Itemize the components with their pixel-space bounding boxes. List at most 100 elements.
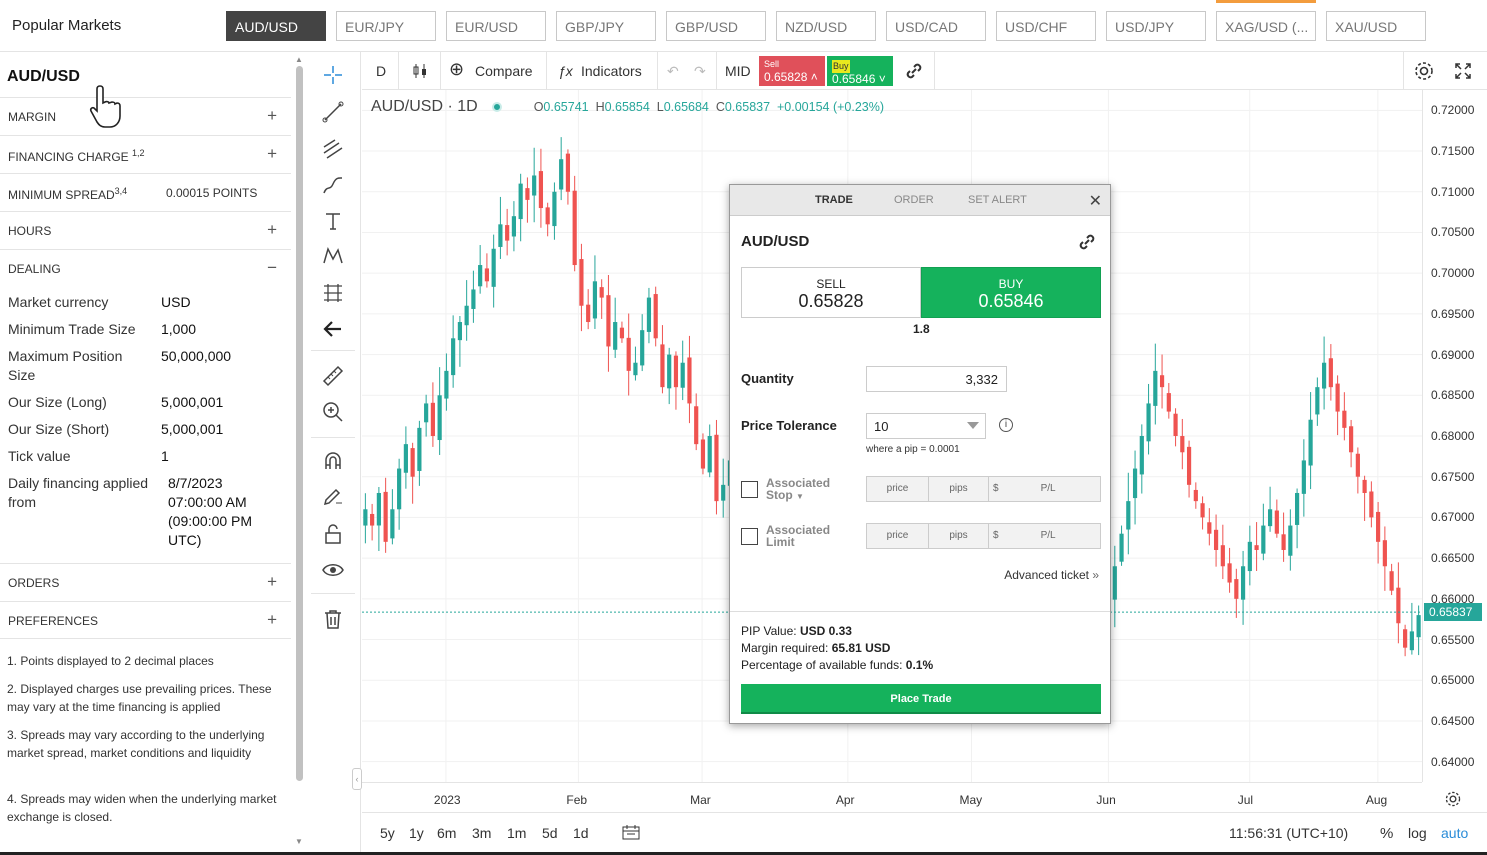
- range-5d[interactable]: 5d: [542, 825, 558, 841]
- market-tab[interactable]: AUD/USD: [226, 11, 326, 41]
- range-1d[interactable]: 1d: [573, 825, 589, 841]
- associated-stop-checkbox[interactable]: [741, 481, 758, 498]
- collapse-sidebar-icon[interactable]: ‹: [352, 768, 362, 790]
- time-axis[interactable]: 2023 Feb Mar Apr May Jun Jul Aug: [362, 782, 1422, 812]
- section-financing[interactable]: FINANCING CHARGE 1,2 +: [0, 135, 291, 173]
- candle-type-icon[interactable]: [411, 62, 429, 80]
- expand-icon[interactable]: +: [267, 572, 277, 592]
- stop-pl-field[interactable]: $ P/L: [989, 477, 1100, 501]
- compare-button[interactable]: Compare: [475, 63, 533, 79]
- market-tab[interactable]: USD/CAD: [886, 11, 986, 41]
- settings-gear-icon[interactable]: [1413, 60, 1435, 82]
- sell-quick-button[interactable]: Sell 0.65828 ˄: [759, 56, 825, 86]
- min-spread-value: 0.00015 POINTS: [166, 186, 258, 200]
- candle-body: [1382, 540, 1387, 567]
- associated-limit-checkbox[interactable]: [741, 528, 758, 545]
- info-icon[interactable]: i: [999, 418, 1013, 432]
- indicators-button[interactable]: Indicators: [581, 63, 642, 79]
- sell-button[interactable]: SELL 0.65828: [741, 267, 921, 318]
- ruler-icon[interactable]: [321, 364, 345, 388]
- log-toggle[interactable]: log: [1408, 825, 1427, 841]
- expand-icon[interactable]: +: [267, 106, 277, 126]
- toolbar-divider: [440, 52, 441, 90]
- auto-toggle[interactable]: auto: [1441, 825, 1468, 841]
- brush-icon[interactable]: [321, 173, 345, 197]
- date-range-icon[interactable]: [622, 824, 640, 840]
- close-icon[interactable]: ✕: [1089, 191, 1102, 211]
- buy-price: 0.65846: [832, 72, 876, 86]
- unlock-icon[interactable]: [321, 522, 345, 546]
- edit-pencil-icon[interactable]: [321, 484, 345, 508]
- scroll-up-icon[interactable]: ▲: [295, 55, 303, 64]
- clock-time[interactable]: 11:56:31 (UTC+10): [1229, 825, 1348, 841]
- expand-icon[interactable]: +: [267, 144, 277, 164]
- fullscreen-icon[interactable]: [1454, 62, 1472, 80]
- candle-body: [1261, 525, 1266, 554]
- tab-set-alert[interactable]: SET ALERT: [968, 194, 1027, 206]
- limit-pl-field[interactable]: $ P/L: [989, 524, 1100, 548]
- tab-order[interactable]: ORDER: [894, 194, 934, 206]
- scroll-thumb[interactable]: [296, 66, 303, 781]
- range-3m[interactable]: 3m: [472, 825, 491, 841]
- range-1m[interactable]: 1m: [507, 825, 526, 841]
- price-axis[interactable]: 0.72000 0.71500 0.71000 0.70500 0.70000 0.695…: [1422, 90, 1487, 782]
- price-tolerance-select[interactable]: 10: [866, 413, 986, 439]
- section-preferences[interactable]: PREFERENCES +: [0, 601, 291, 639]
- range-5y[interactable]: 5y: [380, 825, 395, 841]
- fib-tool-icon[interactable]: [321, 137, 345, 161]
- market-tab[interactable]: XAU/USD: [1326, 11, 1426, 41]
- trend-line-icon[interactable]: [321, 100, 345, 124]
- buy-button[interactable]: BUY 0.65846: [921, 267, 1101, 318]
- function-icon[interactable]: ƒx: [558, 63, 573, 79]
- advanced-ticket-link[interactable]: Advanced ticket »: [1004, 568, 1099, 582]
- interval-button[interactable]: D: [376, 63, 386, 79]
- back-arrow-icon[interactable]: [321, 317, 345, 341]
- candle-body: [1153, 370, 1158, 406]
- section-orders[interactable]: ORDERS +: [0, 563, 291, 601]
- range-6m[interactable]: 6m: [437, 825, 456, 841]
- scroll-down-icon[interactable]: ▼: [295, 837, 303, 846]
- market-tab[interactable]: USD/CHF: [996, 11, 1096, 41]
- limit-price-field[interactable]: price: [867, 524, 929, 548]
- section-dealing[interactable]: DEALING −: [0, 249, 291, 287]
- zoom-in-icon[interactable]: [321, 400, 345, 424]
- undo-icon[interactable]: ↶: [667, 63, 679, 80]
- section-margin[interactable]: MARGIN +: [0, 97, 291, 135]
- market-tab[interactable]: GBP/JPY: [556, 11, 656, 41]
- market-tab[interactable]: GBP/USD: [666, 11, 766, 41]
- section-hours[interactable]: HOURS +: [0, 211, 291, 249]
- expand-icon[interactable]: +: [267, 220, 277, 240]
- market-tab[interactable]: XAG/USD (...: [1216, 11, 1316, 41]
- axis-settings-gear-icon[interactable]: [1444, 790, 1462, 808]
- mid-label[interactable]: MID: [725, 63, 751, 79]
- buy-quick-button[interactable]: Buy 0.65846 ˅: [827, 56, 893, 86]
- collapse-icon[interactable]: −: [267, 258, 277, 278]
- stop-price-field[interactable]: price: [867, 477, 929, 501]
- range-1y[interactable]: 1y: [409, 825, 424, 841]
- eye-icon[interactable]: [321, 558, 345, 582]
- trash-icon[interactable]: [321, 607, 345, 631]
- limit-pips-field[interactable]: pips: [929, 524, 989, 548]
- compare-plus-icon[interactable]: ⊕: [449, 59, 464, 80]
- prediction-tool-icon[interactable]: [321, 281, 345, 305]
- text-tool-icon[interactable]: [321, 209, 345, 233]
- link-icon[interactable]: [903, 60, 925, 82]
- stop-pips-field[interactable]: pips: [929, 477, 989, 501]
- link-icon[interactable]: [1076, 231, 1098, 253]
- crosshair-icon[interactable]: [321, 63, 345, 87]
- magnet-icon[interactable]: [321, 449, 345, 473]
- market-tab[interactable]: EUR/USD: [446, 11, 546, 41]
- market-tab[interactable]: NZD/USD: [776, 11, 876, 41]
- quantity-input[interactable]: 3,332: [866, 366, 1007, 392]
- candle-body: [626, 337, 631, 371]
- tab-trade[interactable]: TRADE: [815, 194, 853, 206]
- market-tab[interactable]: EUR/JPY: [336, 11, 436, 41]
- redo-icon[interactable]: ↷: [694, 63, 706, 80]
- place-trade-button[interactable]: Place Trade: [741, 684, 1101, 714]
- market-tab[interactable]: USD/JPY: [1106, 11, 1206, 41]
- sidebar-scrollbar[interactable]: ▲ ▼: [295, 52, 305, 855]
- expand-icon[interactable]: +: [267, 610, 277, 630]
- candle-body: [613, 322, 618, 350]
- pattern-tool-icon[interactable]: [321, 244, 345, 268]
- percent-toggle[interactable]: %: [1380, 825, 1393, 842]
